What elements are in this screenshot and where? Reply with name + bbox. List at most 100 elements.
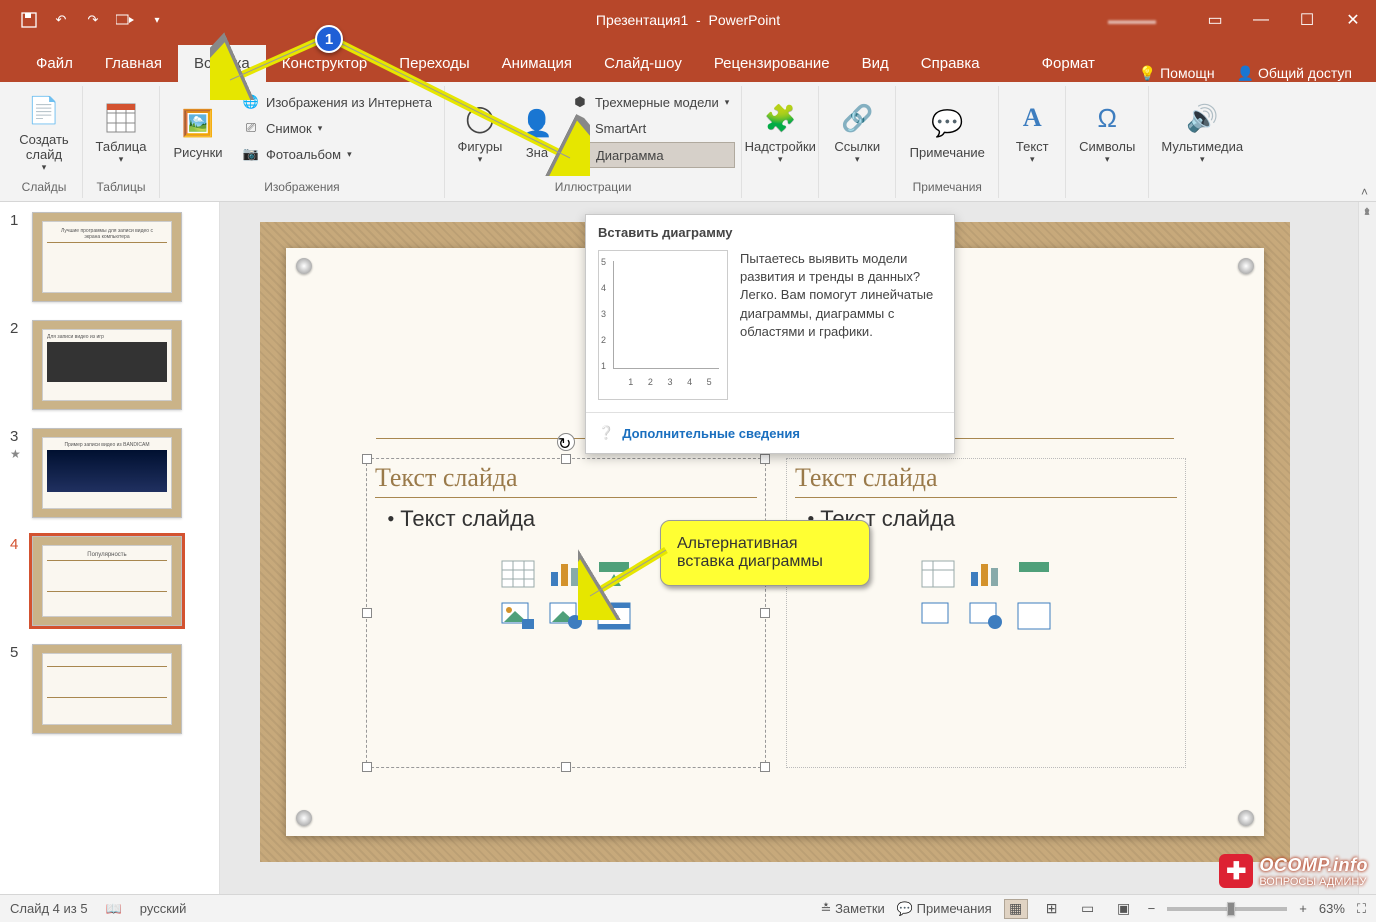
sorter-view-icon[interactable]: ⊞ xyxy=(1040,899,1064,919)
qat-dropdown-icon[interactable]: ▾ xyxy=(148,11,166,29)
chart-button[interactable]: Диаграмма xyxy=(565,142,735,168)
addins-button[interactable]: 🧩Надстройки▾ xyxy=(748,86,812,176)
omega-icon: Ω xyxy=(1090,101,1124,135)
cube-icon: ⬢ xyxy=(571,93,589,111)
insert-online-picture-icon[interactable] xyxy=(969,602,1003,630)
insert-smartart-icon[interactable] xyxy=(597,560,631,588)
insert-smartart-icon[interactable] xyxy=(1017,560,1051,588)
window-title: Презентация1 - PowerPoint xyxy=(596,12,780,28)
fit-to-window-icon[interactable]: ⛶ xyxy=(1357,901,1366,917)
table-button[interactable]: Таблица▾ xyxy=(89,86,153,176)
3d-models-button[interactable]: ⬢Трехмерные модели ▾ xyxy=(565,90,735,114)
insert-video-icon[interactable] xyxy=(597,602,631,630)
zoom-slider[interactable] xyxy=(1167,907,1287,911)
group-media: 🔊Мультимедиа▾ xyxy=(1149,86,1255,198)
undo-icon[interactable]: ↶ xyxy=(52,11,70,29)
group-slides: 📄 Создать слайд▾ Слайды xyxy=(6,86,83,198)
group-illustrations: ◯ Фигуры▾ 👤 Зна ⬢Трехмерные модели ▾ ⚙Sm… xyxy=(445,86,742,198)
tell-me[interactable]: 💡 Помощн xyxy=(1139,65,1215,82)
insert-picture-icon[interactable] xyxy=(921,602,955,630)
start-from-beginning-icon[interactable] xyxy=(116,11,134,29)
window-controls: ▬▬▬▬ ▭ — ☐ ✕ xyxy=(1072,0,1376,40)
insert-chart-icon[interactable] xyxy=(969,560,1003,588)
slideshow-view-icon[interactable]: ▣ xyxy=(1112,899,1136,919)
save-icon[interactable] xyxy=(20,11,38,29)
shapes-button[interactable]: ◯ Фигуры▾ xyxy=(451,86,509,176)
thumb-2[interactable]: Для записи видео из игр xyxy=(32,320,182,410)
ribbon: 📄 Создать слайд▾ Слайды Таблица▾ Таблицы… xyxy=(0,82,1376,202)
comment-icon: 💬 xyxy=(930,107,964,141)
text-button[interactable]: AТекст▾ xyxy=(1005,86,1059,176)
insert-table-icon[interactable] xyxy=(501,560,535,588)
smartart-button[interactable]: ⚙SmartArt xyxy=(565,116,735,140)
normal-view-icon[interactable]: ▦ xyxy=(1004,899,1028,919)
tab-slideshow[interactable]: Слайд-шоу xyxy=(588,45,698,82)
zoom-in-icon[interactable]: + xyxy=(1299,901,1307,916)
ribbon-display-icon[interactable]: ▭ xyxy=(1192,0,1238,40)
group-text: AТекст▾ xyxy=(999,86,1066,198)
insert-table-icon[interactable] xyxy=(921,560,955,588)
tab-help[interactable]: Справка xyxy=(905,45,996,82)
collapse-ribbon-icon[interactable]: ˄ xyxy=(1361,185,1368,199)
new-slide-button[interactable]: 📄 Создать слайд▾ xyxy=(12,86,76,176)
thumb-4[interactable]: Популярность xyxy=(32,536,182,626)
tab-insert[interactable]: Вставка xyxy=(178,45,266,82)
online-pictures-button[interactable]: 🌐Изображения из Интернета xyxy=(236,90,438,114)
media-button[interactable]: 🔊Мультимедиа▾ xyxy=(1155,86,1249,176)
watermark: ✚ OCOMP.info ВОПРОСЫ АДМИНУ xyxy=(1219,854,1368,888)
chart-tooltip: Вставить диаграмму 54321 12345 Пытаетесь… xyxy=(585,214,955,454)
tab-transitions[interactable]: Переходы xyxy=(383,45,485,82)
language-indicator[interactable]: русский xyxy=(140,901,187,916)
title-bar: ↶ ↷ ▾ Презентация1 - PowerPoint ▬▬▬▬ ▭ —… xyxy=(0,0,1376,40)
redo-icon[interactable]: ↷ xyxy=(84,11,102,29)
tooltip-more-link[interactable]: ❔ Дополнительные сведения xyxy=(586,412,954,453)
minimize-button[interactable]: — xyxy=(1238,0,1284,40)
close-button[interactable]: ✕ xyxy=(1330,0,1376,40)
tooltip-chart-preview: 54321 12345 xyxy=(598,250,728,400)
tab-home[interactable]: Главная xyxy=(89,45,178,82)
photo-album-button[interactable]: 📷Фотоальбом ▾ xyxy=(236,142,438,166)
insert-chart-icon[interactable] xyxy=(549,560,583,588)
comment-button[interactable]: 💬Примечание xyxy=(902,86,992,176)
tab-animations[interactable]: Анимация xyxy=(486,45,588,82)
album-icon: 📷 xyxy=(242,145,260,163)
smartart-icon: ⚙ xyxy=(571,119,589,137)
comments-button[interactable]: 💬 Примечания xyxy=(897,901,992,917)
tooltip-title: Вставить диаграмму xyxy=(586,215,954,250)
vertical-scrollbar[interactable]: ▴ ▾ ⇞ ⇟ xyxy=(1358,202,1376,894)
thumb-1[interactable]: Лучшие программы для записи видео с экра… xyxy=(32,212,182,302)
thumb-5[interactable] xyxy=(32,644,182,734)
notes-button[interactable]: ≛ Заметки xyxy=(821,901,885,917)
pictures-button[interactable]: 🖼️ Рисунки xyxy=(166,86,230,176)
zoom-out-icon[interactable]: − xyxy=(1148,901,1156,916)
tab-file[interactable]: Файл xyxy=(20,45,89,82)
insert-video-icon[interactable] xyxy=(1017,602,1051,630)
content-placeholder-right[interactable]: Текст слайда • Текст слайда xyxy=(786,458,1186,768)
icons-button[interactable]: 👤 Зна xyxy=(515,86,559,176)
insert-online-picture-icon[interactable] xyxy=(549,602,583,630)
tab-format[interactable]: Формат xyxy=(1026,45,1111,82)
slide-counter: Слайд 4 из 5 xyxy=(10,901,88,916)
group-tables: Таблица▾ Таблицы xyxy=(83,86,160,198)
slide-thumbnails[interactable]: 1 Лучшие программы для записи видео с эк… xyxy=(0,202,220,894)
rotate-handle[interactable]: ↻ xyxy=(557,433,575,451)
account-pill[interactable]: ▬▬▬▬ xyxy=(1072,0,1192,40)
tab-review[interactable]: Рецензирование xyxy=(698,45,846,82)
insert-picture-icon[interactable] xyxy=(501,602,535,630)
share-button[interactable]: 👤 Общий доступ xyxy=(1237,65,1352,82)
watermark-plus-icon: ✚ xyxy=(1219,854,1253,888)
screenshot-icon: ⎚ xyxy=(242,119,260,137)
animation-star-icon: ★ xyxy=(10,447,24,461)
quick-access-toolbar: ↶ ↷ ▾ xyxy=(0,11,166,29)
zoom-level[interactable]: 63% xyxy=(1319,901,1345,916)
screenshot-button[interactable]: ⎚Снимок ▾ xyxy=(236,116,438,140)
symbols-button[interactable]: ΩСимволы▾ xyxy=(1072,86,1142,176)
thumb-3[interactable]: Пример записи видео из BANDICAM xyxy=(32,428,182,518)
group-symbols: ΩСимволы▾ xyxy=(1066,86,1149,198)
reading-view-icon[interactable]: ▭ xyxy=(1076,899,1100,919)
links-button[interactable]: 🔗Ссылки▾ xyxy=(825,86,889,176)
tab-view[interactable]: Вид xyxy=(846,45,905,82)
maximize-button[interactable]: ☐ xyxy=(1284,0,1330,40)
content-placeholder-left[interactable]: ↻ Текст слайда • Текст слайда xyxy=(366,458,766,768)
spellcheck-icon[interactable]: 📖 xyxy=(106,901,122,917)
